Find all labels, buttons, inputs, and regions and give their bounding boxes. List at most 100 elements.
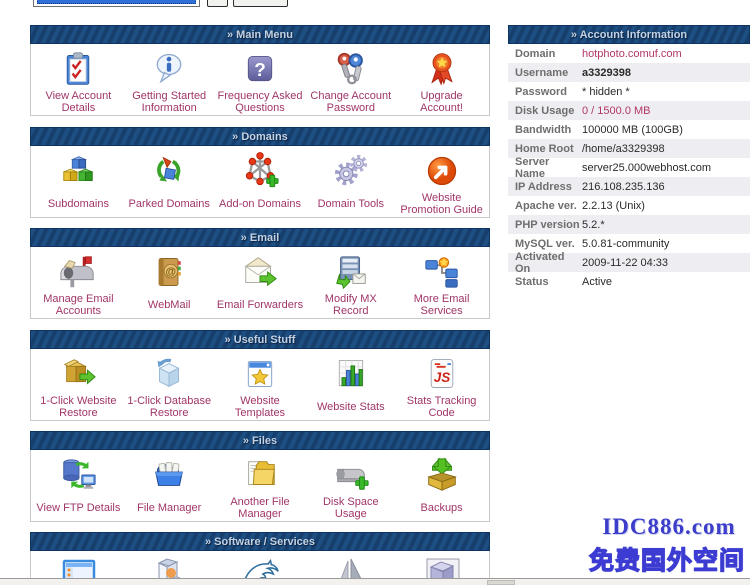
menu-item-subdomains[interactable]: Subdomains — [33, 148, 124, 216]
account-row-bandwidth: Bandwidth100000 MB (100GB) — [508, 120, 750, 139]
menu-item-faq[interactable]: ? Frequency Asked Questions — [215, 46, 306, 114]
domain-input[interactable] — [33, 0, 200, 7]
menu-item-label: Subdomains — [46, 190, 111, 216]
question-mark-icon: ? — [242, 46, 278, 88]
menu-item-label: Disk Space Usage — [305, 494, 396, 520]
section-files: » Files View FTP Details File Manager An… — [30, 431, 490, 522]
menu-item-website-promotion[interactable]: Website Promotion Guide — [396, 148, 487, 216]
disk-drive-icon — [331, 452, 371, 494]
menu-item-another-file-manager[interactable]: Another File Manager — [215, 452, 306, 520]
info-bubble-icon — [151, 46, 187, 88]
svg-text:JS: JS — [433, 370, 450, 385]
svg-text:@: @ — [166, 266, 177, 278]
menu-item-webmail[interactable]: @ WebMail — [124, 249, 215, 317]
menu-item-label: Domain Tools — [316, 190, 386, 216]
cubes-icon — [59, 148, 97, 190]
menu-item-label: 1-Click Website Restore — [33, 393, 124, 419]
menu-item-label: Manage Email Accounts — [33, 291, 124, 317]
selected-text-highlight — [37, 0, 196, 4]
menu-item-label: Change Account Password — [305, 88, 396, 114]
menu-item-website-stats[interactable]: Website Stats — [305, 351, 396, 419]
create-new-button[interactable]: Create New — [233, 0, 288, 7]
watermark-brand: IDC886.com — [590, 514, 748, 540]
menu-item-more-email[interactable]: More Email Services — [396, 249, 487, 317]
window-star-icon — [242, 351, 278, 393]
menu-item-domain-tools[interactable]: Domain Tools — [305, 148, 396, 216]
menu-item-manage-email[interactable]: Manage Email Accounts — [33, 249, 124, 317]
account-row-domain: Domainhotphoto.comuf.com — [508, 44, 750, 63]
menu-item-change-password[interactable]: Change Account Password — [305, 46, 396, 114]
menu-item-view-ftp[interactable]: View FTP Details — [33, 452, 124, 520]
section-header: » Domains — [30, 127, 490, 146]
menu-item-addon-domains[interactable]: Add-on Domains — [215, 148, 306, 216]
menu-item-label: Getting Started Information — [124, 88, 215, 114]
section-header: » Software / Services — [30, 532, 490, 551]
svg-text:?: ? — [254, 60, 266, 81]
menu-item-label: WebMail — [146, 291, 193, 317]
mailbox-icon — [59, 249, 97, 291]
horizontal-scrollbar[interactable] — [0, 578, 750, 585]
gold-box-arrow-icon — [59, 351, 97, 393]
menu-item-website-restore[interactable]: 1-Click Website Restore — [33, 351, 124, 419]
account-information-panel: » Account Information Domainhotphoto.com… — [508, 25, 750, 291]
address-book-icon: @ — [151, 249, 187, 291]
menu-item-label: View Account Details — [33, 88, 124, 114]
menu-item-getting-started[interactable]: Getting Started Information — [124, 46, 215, 114]
menu-item-modify-mx[interactable]: Modify MX Record — [305, 249, 396, 317]
blue-folder-icon — [149, 452, 189, 494]
go-button[interactable]: Go — [207, 0, 228, 7]
section-domains: » Domains Subdomains Parked Domains Add-… — [30, 127, 490, 218]
menu-item-label: File Manager — [135, 494, 203, 520]
menu-item-disk-usage[interactable]: Disk Space Usage — [305, 452, 396, 520]
ice-cube-arrow-icon — [150, 351, 188, 393]
keys-icon — [332, 46, 370, 88]
ftp-transfer-icon — [58, 452, 98, 494]
flowchart-icon — [423, 249, 461, 291]
menu-item-parked-domains[interactable]: Parked Domains — [124, 148, 215, 216]
section-header: » Useful Stuff — [30, 330, 490, 349]
js-code-icon: JS — [424, 351, 460, 393]
menu-item-website-templates[interactable]: Website Templates — [215, 351, 306, 419]
section-header: » Files — [30, 431, 490, 450]
envelope-forward-icon — [240, 249, 280, 291]
scrollbar-thumb[interactable] — [487, 580, 515, 585]
menu-item-view-account-details[interactable]: View Account Details — [33, 46, 124, 114]
account-row-username: Usernamea3329398 — [508, 63, 750, 82]
page: Go Create New » Main Menu View Account D… — [0, 0, 750, 585]
backup-crate-icon — [423, 452, 461, 494]
menu-item-file-manager[interactable]: File Manager — [124, 452, 215, 520]
account-row-disk-usage: Disk Usage0 / 1500.0 MB — [508, 101, 750, 120]
account-row-apache: Apache ver.2.2.13 (Unix) — [508, 196, 750, 215]
menu-item-label: Add-on Domains — [217, 190, 303, 216]
network-nodes-icon — [241, 148, 279, 190]
account-row-php: PHP version5.2.* — [508, 215, 750, 234]
menu-item-label: Stats Tracking Code — [396, 393, 487, 419]
menu-item-stats-tracking[interactable]: JS Stats Tracking Code — [396, 351, 487, 419]
menu-item-label: Backups — [418, 494, 464, 520]
menu-item-label: Upgrade Account! — [396, 88, 487, 114]
menu-item-database-restore[interactable]: 1-Click Database Restore — [124, 351, 215, 419]
section-header: » Main Menu — [30, 25, 490, 44]
section-header: » Email — [30, 228, 490, 247]
recycle-arrows-icon — [150, 148, 188, 190]
account-row-status: StatusActive — [508, 272, 750, 291]
menu-item-label: Email Forwarders — [215, 291, 305, 317]
menu-item-label: Another File Manager — [215, 494, 306, 520]
menu-item-email-forwarders[interactable]: Email Forwarders — [215, 249, 306, 317]
menu-item-label: More Email Services — [396, 291, 487, 317]
yellow-folder-icon — [241, 452, 279, 494]
menu-item-label: View FTP Details — [34, 494, 122, 520]
server-envelope-icon — [332, 249, 370, 291]
menu-item-label: 1-Click Database Restore — [124, 393, 215, 419]
menu-item-label: Frequency Asked Questions — [215, 88, 306, 114]
menu-item-backups[interactable]: Backups — [396, 452, 487, 520]
domain-link[interactable]: hotphoto.comuf.com — [582, 48, 682, 60]
account-row-server-name: Server Nameserver25.000webhost.com — [508, 158, 750, 177]
section-main-menu: » Main Menu View Account Details Getting… — [30, 25, 490, 116]
menu-item-upgrade-account[interactable]: Upgrade Account! — [396, 46, 487, 114]
account-row-activated: Activated On2009-11-22 04:33 — [508, 253, 750, 272]
section-useful-stuff: » Useful Stuff 1-Click Website Restore 1… — [30, 330, 490, 421]
account-info-header: » Account Information — [508, 25, 750, 44]
menu-item-label: Parked Domains — [127, 190, 212, 216]
menu-item-label: Website Templates — [215, 393, 306, 419]
